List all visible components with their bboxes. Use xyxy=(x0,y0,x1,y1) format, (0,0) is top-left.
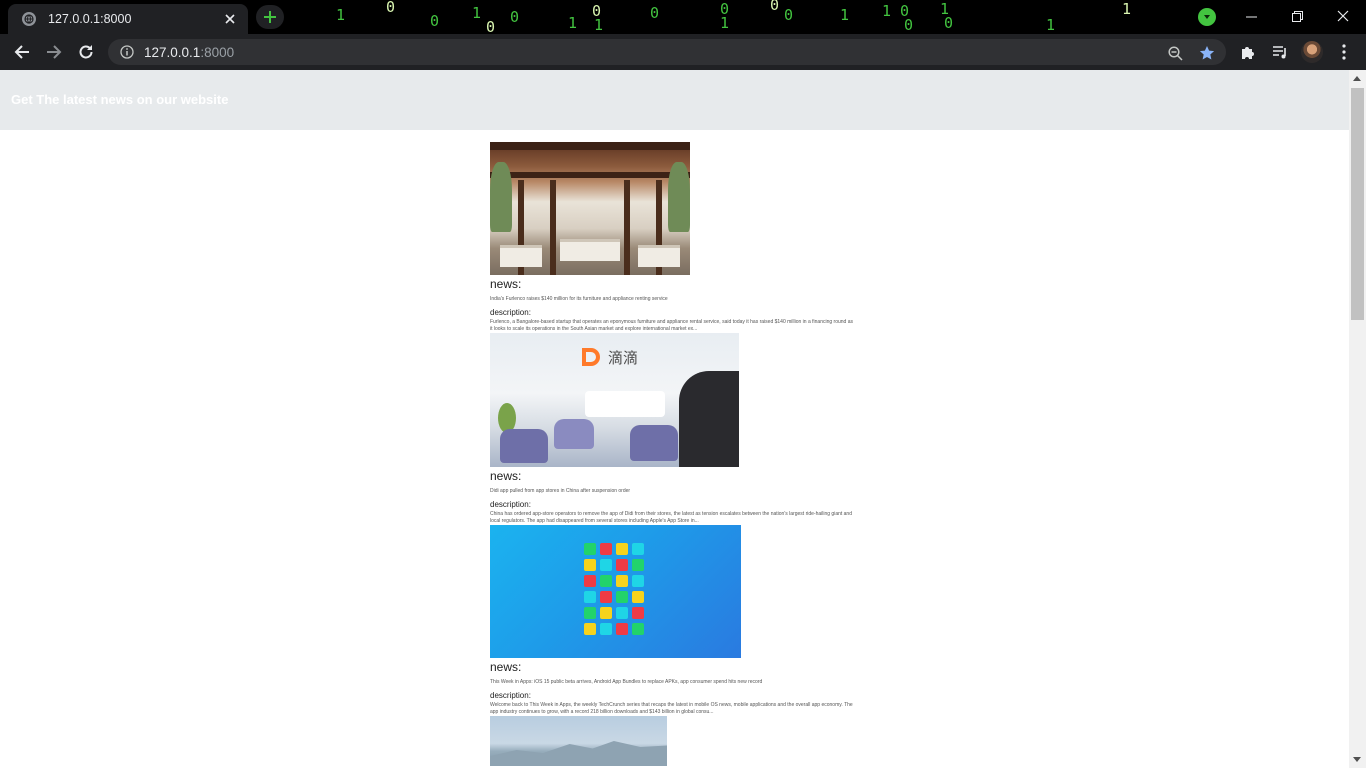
minimize-button[interactable] xyxy=(1228,0,1274,32)
info-icon[interactable] xyxy=(120,45,134,59)
star-icon[interactable] xyxy=(1198,44,1216,62)
tab-title: 127.0.0.1:8000 xyxy=(48,12,132,26)
matrix-digit: 1 xyxy=(472,4,482,22)
news-label: news: xyxy=(490,660,522,674)
reload-icon xyxy=(79,45,93,59)
playlist-icon[interactable] xyxy=(1270,42,1290,62)
matrix-theme-background: 1 0 0 1 0 0 1 0 1 0 0 1 0 1 0 1 0 1 1 0 … xyxy=(300,0,1200,34)
minimize-icon xyxy=(1245,16,1257,17)
scroll-up-arrow-icon[interactable] xyxy=(1353,76,1361,81)
close-window-button[interactable] xyxy=(1320,0,1366,32)
arrow-right-icon xyxy=(47,45,62,59)
app-icon-grid xyxy=(584,543,644,635)
scroll-down-arrow-icon[interactable] xyxy=(1353,757,1361,762)
url-port: :8000 xyxy=(200,44,235,60)
news-article: news: This Week in Apps: iOS 15 public b… xyxy=(490,525,860,716)
article-description: Furlenco, a Bangalore-based startup that… xyxy=(490,319,853,332)
url-host: 127.0.0.1 xyxy=(144,44,201,60)
matrix-digit: 0 xyxy=(904,16,914,34)
plus-icon xyxy=(264,11,276,23)
matrix-digit: 1 xyxy=(1122,0,1132,18)
article-description: Welcome back to This Week in Apps, the w… xyxy=(490,702,853,715)
article-description: China has ordered app-store operators to… xyxy=(490,511,852,524)
page-title: Get The latest news on our website xyxy=(11,92,229,107)
matrix-digit: 1 xyxy=(882,2,892,20)
zoom-out-icon[interactable] xyxy=(1166,44,1184,62)
browser-titlebar: 1 0 0 1 0 0 1 0 1 0 0 1 0 1 0 1 0 1 1 0 … xyxy=(0,0,1366,34)
close-icon xyxy=(1337,10,1349,22)
matrix-digit: 0 xyxy=(486,18,496,34)
address-bar[interactable]: 127.0.0.1:8000 xyxy=(108,39,1226,65)
article-headline: India's Furlenco raises $140 million for… xyxy=(490,296,668,302)
article-image: 滴滴 xyxy=(490,333,739,467)
back-button[interactable] xyxy=(10,40,34,64)
image-logo-text: 滴滴 xyxy=(608,349,639,367)
matrix-digit: 0 xyxy=(386,0,396,16)
chevron-down-icon[interactable] xyxy=(1198,8,1216,26)
matrix-digit: 0 xyxy=(650,4,660,22)
article-image xyxy=(490,716,667,766)
forward-button[interactable] xyxy=(42,40,66,64)
page-viewport: Get The latest news on our website news:… xyxy=(0,70,1349,768)
scrollbar-thumb[interactable] xyxy=(1351,88,1364,320)
news-label: news: xyxy=(490,277,522,291)
restore-button[interactable] xyxy=(1274,0,1320,32)
puzzle-icon[interactable] xyxy=(1238,42,1258,62)
description-label: description: xyxy=(490,500,531,509)
avatar[interactable] xyxy=(1301,41,1323,63)
news-article: news: India's Furlenco raises $140 milli… xyxy=(490,142,860,333)
description-label: description: xyxy=(490,691,531,700)
news-feed: news: India's Furlenco raises $140 milli… xyxy=(490,142,860,766)
news-article xyxy=(490,716,860,766)
matrix-digit: 0 xyxy=(770,0,780,14)
matrix-digit: 1 xyxy=(1046,16,1056,34)
close-tab-icon[interactable] xyxy=(222,11,238,27)
arrow-left-icon xyxy=(14,45,29,59)
new-tab-button[interactable] xyxy=(256,5,284,29)
article-image xyxy=(490,525,741,658)
news-article: 滴滴 news: Didi app pulled from app stores… xyxy=(490,333,860,525)
browser-toolbar: 127.0.0.1:8000 xyxy=(0,34,1366,70)
matrix-digit: 1 xyxy=(840,6,850,24)
article-headline: This Week in Apps: iOS 15 public beta ar… xyxy=(490,679,763,685)
reload-button[interactable] xyxy=(74,40,98,64)
page-scrollbar[interactable] xyxy=(1349,70,1366,768)
matrix-digit: 1 xyxy=(720,14,730,32)
news-label: news: xyxy=(490,469,522,483)
matrix-digit: 1 xyxy=(594,16,604,34)
matrix-digit: 1 xyxy=(336,6,346,24)
site-header: Get The latest news on our website xyxy=(0,70,1349,130)
article-headline: Didi app pulled from app stores in China… xyxy=(490,488,631,494)
kebab-menu-icon[interactable] xyxy=(1334,42,1354,62)
article-image xyxy=(490,142,690,275)
description-label: description: xyxy=(490,308,531,317)
didi-logo xyxy=(582,348,600,366)
matrix-digit: 0 xyxy=(510,8,520,26)
matrix-digit: 0 xyxy=(430,12,440,30)
matrix-digit: 1 xyxy=(568,14,578,32)
matrix-digit: 0 xyxy=(784,6,794,24)
browser-tab[interactable]: 127.0.0.1:8000 xyxy=(8,4,248,34)
matrix-digit: 0 xyxy=(944,14,954,32)
globe-icon xyxy=(22,12,36,26)
restore-icon xyxy=(1291,10,1303,22)
